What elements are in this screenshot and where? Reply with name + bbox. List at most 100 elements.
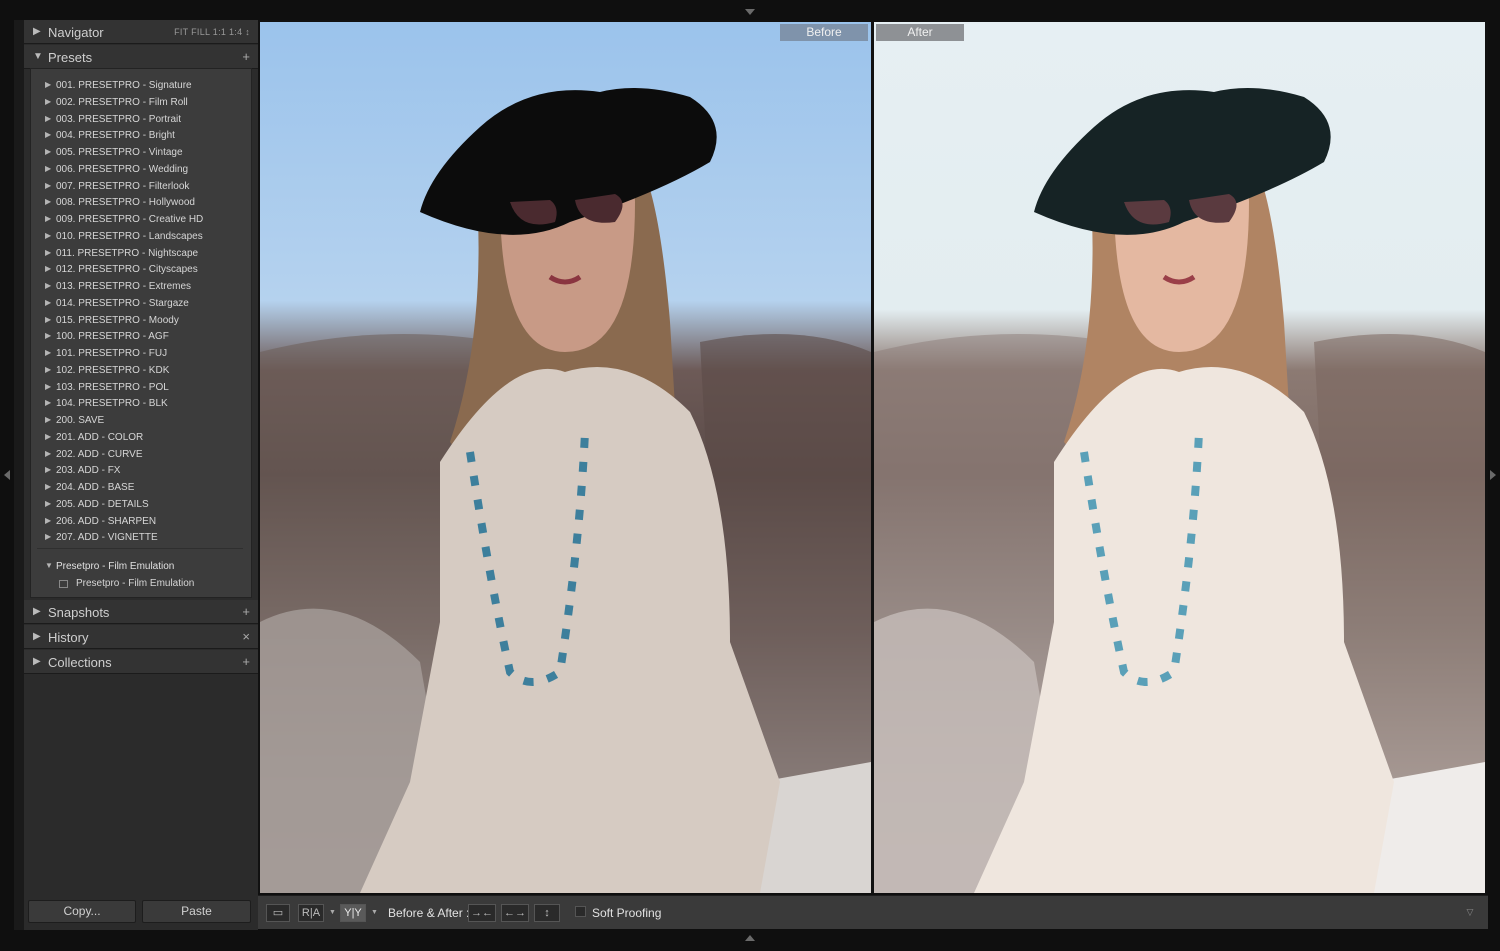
folder-expand-triangle-icon: ▶ [45, 180, 52, 190]
preset-folder-item[interactable]: ▶ 002. PRESETPRO - Film Roll [31, 96, 251, 112]
add-collection-icon[interactable]: + [242, 654, 250, 669]
folder-expand-triangle-icon: ▶ [45, 364, 52, 374]
portrait-figure-after [874, 88, 1485, 893]
preset-folder-label: 202. ADD - CURVE [56, 448, 143, 460]
paste-button[interactable]: Paste [142, 900, 251, 923]
preset-folder-label: 103. PRESETPRO - POL [56, 381, 169, 393]
preset-folder-item[interactable]: ▶ 008. PRESETPRO - Hollywood [31, 196, 251, 212]
after-label: After [876, 24, 964, 41]
folder-expand-triangle-icon: ▶ [45, 96, 52, 106]
preset-folder-label: 102. PRESETPRO - KDK [56, 364, 170, 376]
copy-button[interactable]: Copy... [28, 900, 136, 923]
toolbar-options-dropdown-icon[interactable]: ▽ [1460, 903, 1480, 921]
preset-folder-item[interactable]: ▶ 011. PRESETPRO - Nightscape [31, 247, 251, 263]
preset-folder-label: 104. PRESETPRO - BLK [56, 398, 168, 410]
before-after-left-right-button[interactable]: R|A [298, 904, 324, 922]
folder-expand-triangle-icon: ▶ [45, 381, 52, 391]
navigator-header[interactable]: ▶ Navigator FIT FILL 1:1 1:4 ↕ [24, 20, 258, 44]
clear-history-icon[interactable]: × [242, 629, 250, 644]
swap-before-after-button[interactable]: ↕ [534, 904, 560, 922]
split-mode-dropdown-icon[interactable]: ▼ [371, 909, 378, 916]
preset-folder-item[interactable]: ▶ 009. PRESETPRO - Creative HD [31, 213, 251, 229]
after-photo[interactable] [874, 22, 1485, 893]
preset-folder-label: 206. ADD - SHARPEN [56, 515, 157, 527]
preset-folder-item[interactable]: ▶ 102. PRESETPRO - KDK [31, 364, 251, 380]
before-after-label: Before & After : [388, 906, 470, 920]
preset-folder-item[interactable]: ▶ 004. PRESETPRO - Bright [31, 129, 251, 145]
history-header[interactable]: ▶ History × [24, 625, 258, 649]
add-preset-icon[interactable]: + [242, 49, 250, 64]
preset-folder-item[interactable]: ▶ 015. PRESETPRO - Moody [31, 314, 251, 330]
preset-folder-item[interactable]: ▶ 013. PRESETPRO - Extremes [31, 280, 251, 296]
navigator-zoom-options[interactable]: FIT FILL 1:1 1:4 ↕ [174, 27, 250, 37]
preset-folder-label: 008. PRESETPRO - Hollywood [56, 197, 195, 209]
preset-folder-item[interactable]: ▶ 006. PRESETPRO - Wedding [31, 163, 251, 179]
preset-folder-label: 007. PRESETPRO - Filterlook [56, 180, 190, 192]
left-panel-toggle-icon[interactable] [4, 470, 10, 480]
preset-document-icon [59, 580, 68, 588]
bottom-panel-toggle-icon[interactable] [745, 935, 755, 941]
preset-folder-item[interactable]: ▶ 205. ADD - DETAILS [31, 498, 251, 514]
before-after-split-button[interactable]: Y|Y [340, 904, 366, 922]
soft-proofing-checkbox[interactable] [575, 906, 586, 917]
preset-folder-item[interactable]: ▶ 100. PRESETPRO - AGF [31, 330, 251, 346]
presets-divider [37, 548, 243, 549]
snapshots-header[interactable]: ▶ Snapshots + [24, 600, 258, 624]
copy-after-to-before-button[interactable]: ←→ [501, 904, 529, 922]
folder-expand-triangle-icon: ▶ [45, 147, 52, 156]
expand-triangle-icon: ▶ [33, 606, 41, 617]
user-presets-folder[interactable]: ▼ Presetpro - Film Emulation [31, 560, 251, 576]
folder-expand-triangle-icon: ▶ [45, 398, 52, 408]
preset-folder-item[interactable]: ▶ 003. PRESETPRO - Portrait [31, 113, 251, 129]
folder-expand-triangle-icon: ▼ [45, 561, 53, 570]
preset-folder-item[interactable]: ▶ 207. ADD - VIGNETTE [31, 531, 251, 547]
folder-expand-triangle-icon: ▶ [45, 498, 52, 508]
folder-expand-triangle-icon: ▶ [45, 448, 52, 458]
folder-expand-triangle-icon: ▶ [45, 348, 52, 357]
before-after-compare-view: Before After [258, 20, 1488, 893]
view-mode-dropdown-icon[interactable]: ▼ [329, 909, 336, 916]
top-panel-toggle-icon[interactable] [745, 9, 755, 15]
collections-header[interactable]: ▶ Collections + [24, 650, 258, 674]
folder-expand-triangle-icon: ▶ [45, 247, 52, 257]
preset-folder-item[interactable]: ▶ 203. ADD - FX [31, 464, 251, 480]
portrait-figure-before [260, 88, 871, 893]
preset-folder-item[interactable]: ▶ 201. ADD - COLOR [31, 431, 251, 447]
history-title: History [48, 630, 89, 645]
add-snapshot-icon[interactable]: + [242, 604, 250, 619]
preset-folder-label: 014. PRESETPRO - Stargaze [56, 297, 189, 309]
preset-folder-label: 005. PRESETPRO - Vintage [56, 147, 183, 158]
preset-folder-item[interactable]: ▶ 014. PRESETPRO - Stargaze [31, 297, 251, 313]
preset-folder-item[interactable]: ▶ 204. ADD - BASE [31, 481, 251, 497]
preset-folder-item[interactable]: ▶ 101. PRESETPRO - FUJ [31, 347, 251, 363]
copy-before-to-after-button[interactable]: →← [468, 904, 496, 922]
preset-folder-item[interactable]: ▶ 103. PRESETPRO - POL [31, 381, 251, 397]
left-panel: ▶ Navigator FIT FILL 1:1 1:4 ↕ ▼ Presets… [14, 20, 258, 930]
expand-triangle-icon: ▶ [33, 26, 41, 37]
preset-folder-item[interactable]: ▶ 202. ADD - CURVE [31, 448, 251, 464]
preset-folder-label: 010. PRESETPRO - Landscapes [56, 230, 203, 242]
preset-folder-item[interactable]: ▶ 012. PRESETPRO - Cityscapes [31, 263, 251, 279]
preset-folder-item[interactable]: ▶ 206. ADD - SHARPEN [31, 515, 251, 531]
folder-expand-triangle-icon: ▶ [45, 515, 52, 525]
expand-triangle-icon: ▶ [33, 631, 41, 642]
preset-folder-item[interactable]: ▶ 001. PRESETPRO - Signature [31, 79, 251, 95]
preset-folder-label: 009. PRESETPRO - Creative HD [56, 214, 204, 225]
soft-proofing-label: Soft Proofing [592, 906, 662, 920]
preset-folder-item[interactable]: ▶ 007. PRESETPRO - Filterlook [31, 180, 251, 196]
snapshots-title: Snapshots [48, 605, 110, 620]
preset-folder-item[interactable]: ▶ 005. PRESETPRO - Vintage [31, 146, 251, 162]
preset-folder-item[interactable]: ▶ 010. PRESETPRO - Landscapes [31, 230, 251, 246]
folder-expand-triangle-icon: ▶ [45, 197, 52, 207]
folder-expand-triangle-icon: ▶ [45, 532, 52, 542]
before-photo[interactable] [260, 22, 871, 893]
presets-header[interactable]: ▼ Presets + [24, 45, 258, 69]
right-panel-toggle-icon[interactable] [1490, 470, 1496, 480]
user-preset-label: Presetpro - Film Emulation [76, 578, 195, 589]
preset-folder-item[interactable]: ▶ 104. PRESETPRO - BLK [31, 397, 251, 413]
preset-folder-label: 006. PRESETPRO - Wedding [56, 163, 189, 175]
user-preset-item[interactable]: Presetpro - Film Emulation [31, 577, 251, 593]
preset-folder-item[interactable]: ▶ 200. SAVE [31, 414, 251, 430]
loupe-view-button[interactable]: ▭ [266, 904, 290, 922]
preset-folder-label: 012. PRESETPRO - Cityscapes [56, 264, 198, 276]
